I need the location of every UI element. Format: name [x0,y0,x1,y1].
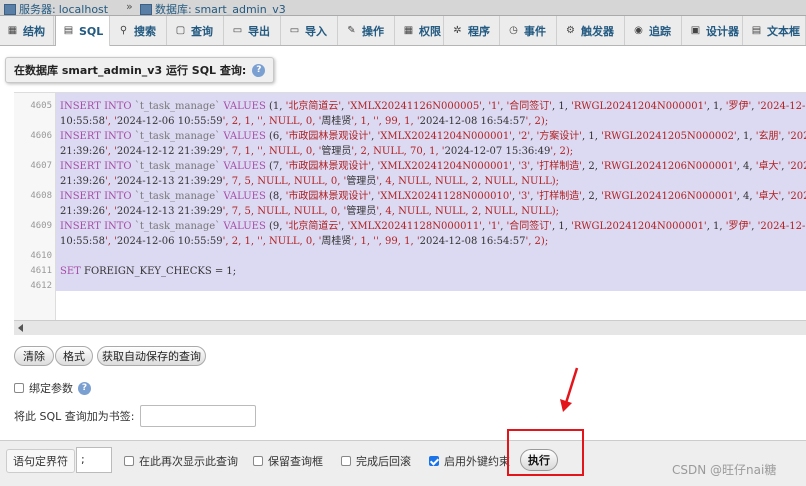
line-number: 4606 [30,131,52,141]
line-code[interactable]: 21:39:26', '2024-12-12 21:39:29', 7, 1, … [60,144,573,159]
tab-designer[interactable]: ▣ 设计器 [683,16,743,45]
tab-privileges[interactable]: ▦ 权限 [396,16,444,45]
show-again-option[interactable]: 在此再次显示此查询 [124,453,238,469]
server-icon [4,3,16,15]
query-heading: 在数据库 smart_admin_v3 运行 SQL 查询: ? [5,57,275,83]
horizontal-scrollbar[interactable] [14,320,806,335]
search-icon: ⚲ [119,24,128,36]
show-again-checkbox[interactable] [124,456,134,466]
code-line[interactable]: 4607 INSERT INTO `t_task_manage` VALUES (… [14,159,806,174]
server-value[interactable]: localhost [59,3,108,16]
privileges-icon: ▦ [403,24,414,36]
line-code[interactable]: INSERT INTO `t_task_manage` VALUES (8, '… [60,189,806,204]
help-icon[interactable]: ? [252,63,266,77]
watermark: CSDN @旺仔nai糖 [672,463,777,477]
code-line[interactable]: 21:39:26', '2024-12-13 21:39:29', 7, 5, … [14,174,806,189]
line-code[interactable]: INSERT INTO `t_task_manage` VALUES (1, '… [60,99,806,114]
tab-search[interactable]: ⚲ 搜索 [111,16,167,45]
breadcrumb-server[interactable]: 服务器: localhost [4,1,108,16]
annotation-box [507,429,584,476]
bind-params-row: 绑定参数 ? [14,380,91,396]
line-code[interactable]: 10:55:58', '2024-12-06 10:55:59', 2, 1, … [60,234,548,249]
line-number: 4609 [30,221,52,231]
code-line[interactable]: 4612 [14,279,806,294]
db-value[interactable]: smart_admin_v3 [195,3,286,16]
tab-operations[interactable]: ✎ 操作 [339,16,395,45]
bind-params-label: 绑定参数 [29,382,73,395]
database-icon [140,3,152,15]
code-line[interactable]: 4606 INSERT INTO `t_task_manage` VALUES (… [14,129,806,144]
code-line[interactable]: 4611 SET FOREIGN_KEY_CHECKS = 1; [14,264,806,279]
code-line[interactable]: 4605 INSERT INTO `t_task_manage` VALUES (… [14,99,806,114]
server-label: 服务器: [19,3,56,16]
export-icon: ▭ [232,24,243,36]
code-line[interactable]: 10:55:58', '2024-12-06 10:55:59', 2, 1, … [14,234,806,249]
annotation-arrow [560,367,579,412]
sql-editor[interactable]: 4605 INSERT INTO `t_task_manage` VALUES (… [14,92,806,321]
keep-box-option[interactable]: 保留查询框 [253,453,323,469]
tab-sql[interactable]: ▤ SQL [55,16,110,46]
tab-more[interactable]: ▤ 文本框 [744,16,806,45]
code-line[interactable]: 4609 INSERT INTO `t_task_manage` VALUES (… [14,219,806,234]
import-icon: ▭ [289,24,300,36]
tab-tracking[interactable]: ◉ 追踪 [626,16,682,45]
routines-icon: ✲ [453,24,462,36]
code-line[interactable]: 10:55:58', '2024-12-06 10:55:59', 2, 1, … [14,114,806,129]
keep-box-checkbox[interactable] [253,456,263,466]
line-number: 4610 [30,251,52,261]
tab-bar: ▦ 结构 ▤ SQL ⚲ 搜索 ▢ 查询 ▭ 导出 ▭ 导入 ✎ 操作 ▦ 权限 ✲ 程序 ◷ 事件… [0,16,806,46]
help-icon[interactable]: ? [78,381,91,395]
clear-button[interactable]: 清除 [14,346,54,366]
clock-icon: ◷ [509,24,518,36]
line-number: 4612 [30,281,52,291]
delimiter-label: 语句定界符 [6,449,75,473]
designer-icon: ▣ [690,24,701,36]
db-label: 数据库: [155,3,192,16]
fk-checks-checkbox[interactable] [429,456,439,466]
line-number: 4611 [30,266,52,276]
code-line[interactable]: 21:39:26', '2024-12-13 21:39:29', 7, 5, … [14,204,806,219]
bookmark-input[interactable] [140,405,256,427]
scroll-left-icon[interactable] [18,324,23,332]
code-line[interactable]: 4608 INSERT INTO `t_task_manage` VALUES (… [14,189,806,204]
line-code[interactable]: 10:55:58', '2024-12-06 10:55:59', 2, 1, … [60,114,548,129]
line-code[interactable]: 21:39:26', '2024-12-13 21:39:29', 7, 5, … [60,204,559,219]
bind-params-checkbox[interactable] [14,383,24,393]
line-code[interactable]: SET FOREIGN_KEY_CHECKS = 1; [60,264,236,279]
bookmark-label: 将此 SQL 查询加为书签: [14,410,135,423]
rollback-checkbox[interactable] [341,456,351,466]
line-code[interactable]: INSERT INTO `t_task_manage` VALUES (7, '… [60,159,806,174]
delimiter-input[interactable]: ; [76,447,112,473]
tab-events[interactable]: ◷ 事件 [501,16,557,45]
line-number: 4608 [30,191,52,201]
tab-import[interactable]: ▭ 导入 [282,16,338,45]
breadcrumb-separator: » [126,0,133,13]
line-code[interactable]: INSERT INTO `t_task_manage` VALUES (6, '… [60,129,806,144]
code-line[interactable]: 21:39:26', '2024-12-12 21:39:29', 7, 1, … [14,144,806,159]
line-number: 4607 [30,161,52,171]
tab-triggers[interactable]: ⚙ 触发器 [558,16,625,45]
tab-query[interactable]: ▢ 查询 [168,16,224,45]
triggers-icon: ⚙ [566,24,575,36]
breadcrumb: 服务器: localhost » 数据库: smart_admin_v3 [0,0,806,16]
line-code[interactable]: INSERT INTO `t_task_manage` VALUES (9, '… [60,219,806,234]
format-button[interactable]: 格式 [55,346,93,366]
fk-checks-option[interactable]: 启用外键约束 [429,453,510,469]
query-icon: ▢ [175,24,186,36]
tab-export[interactable]: ▭ 导出 [225,16,281,45]
breadcrumb-database[interactable]: 数据库: smart_admin_v3 [140,1,286,16]
wrench-icon: ✎ [347,24,356,36]
rollback-option[interactable]: 完成后回滚 [341,453,411,469]
sql-icon: ▤ [63,25,74,36]
line-number: 4605 [30,101,52,111]
get-autosaved-query-button[interactable]: 获取自动保存的查询 [97,346,206,366]
tab-routines[interactable]: ✲ 程序 [445,16,500,45]
code-line[interactable]: 4610 [14,249,806,264]
textbox-icon: ▤ [751,24,762,36]
line-code[interactable]: 21:39:26', '2024-12-13 21:39:29', 7, 5, … [60,174,559,189]
structure-icon: ▦ [7,24,18,36]
eye-icon: ◉ [634,24,643,36]
tab-structure[interactable]: ▦ 结构 [0,16,54,45]
